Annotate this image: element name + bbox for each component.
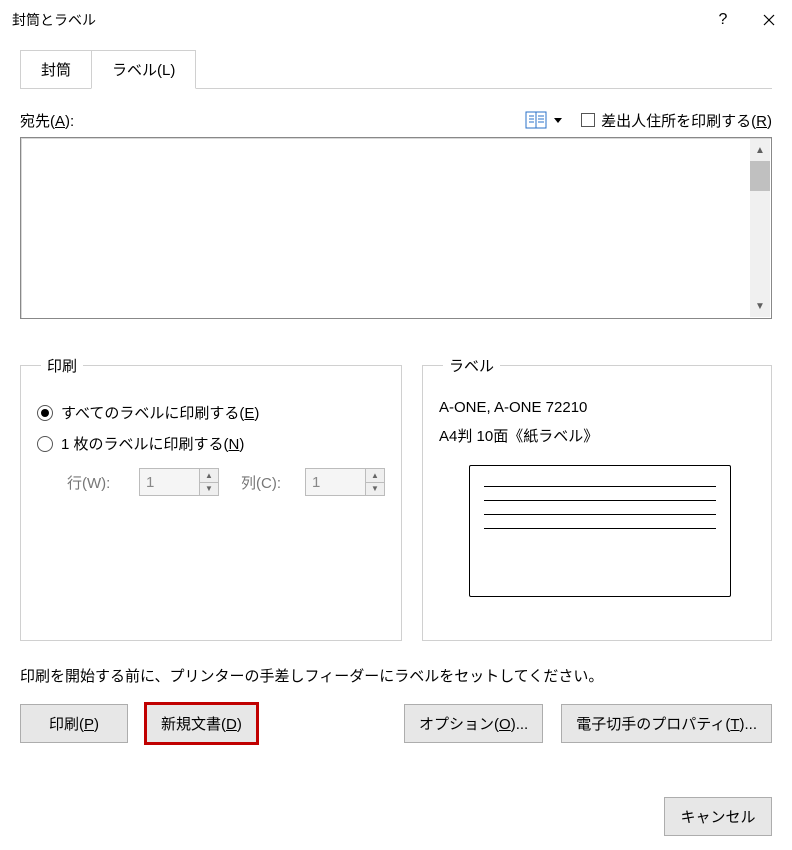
row-value: 1 (140, 469, 199, 495)
address-book-icon (525, 111, 549, 129)
help-button[interactable]: ? (700, 0, 746, 40)
options-button[interactable]: オプション(O)... (404, 704, 543, 743)
tabs: 封筒 ラベル(L) (20, 50, 772, 89)
tab-content: 宛先(A): (0, 89, 792, 743)
scroll-thumb[interactable] (750, 161, 770, 191)
dialog-window: 封筒とラベル ? 封筒 ラベル(L) 宛先(A): (0, 0, 792, 850)
row-spin-down[interactable]: ▼ (200, 482, 218, 496)
scroll-up-icon[interactable]: ▲ (750, 139, 770, 161)
epostage-properties-button[interactable]: 電子切手のプロパティ(T)... (561, 704, 772, 743)
window-title: 封筒とラベル (12, 10, 96, 30)
radio-print-all[interactable]: すべてのラベルに印刷する(E) (37, 402, 385, 423)
address-label: 宛先(A): (20, 110, 74, 131)
return-address-label: 差出人住所を印刷する(R) (601, 110, 772, 131)
close-icon (763, 14, 775, 26)
radio-print-one-label: 1 枚のラベルに印刷する(N) (61, 433, 244, 454)
chevron-down-icon (553, 111, 563, 129)
address-textarea-wrap: ▲ ▼ (20, 137, 772, 319)
label-info: A-ONE, A-ONE 72210 A4判 10面《紙ラベル》 (439, 394, 755, 451)
label-desc: A4判 10面《紙ラベル》 (439, 423, 755, 452)
new-document-button[interactable]: 新規文書(D) (146, 704, 257, 743)
col-spin-up[interactable]: ▲ (366, 469, 384, 482)
cancel-button[interactable]: キャンセル (664, 797, 772, 836)
col-spinner[interactable]: 1 ▲ ▼ (305, 468, 385, 496)
print-group: 印刷 すべてのラベルに印刷する(E) 1 枚のラベルに印刷する(N) 行(W): (20, 355, 402, 641)
hint-text: 印刷を開始する前に、プリンターの手差しフィーダーにラベルをセットしてください。 (20, 665, 772, 686)
radio-print-all-label: すべてのラベルに印刷する(E) (61, 402, 259, 423)
close-button[interactable] (746, 0, 792, 40)
row-spin-up[interactable]: ▲ (200, 469, 218, 482)
tab-envelope[interactable]: 封筒 (20, 50, 92, 89)
label-group[interactable]: ラベル A-ONE, A-ONE 72210 A4判 10面《紙ラベル》 (422, 355, 772, 641)
scroll-track[interactable] (750, 191, 770, 295)
address-textarea[interactable] (21, 138, 771, 318)
col-label: 列(C): (241, 472, 297, 493)
address-book-dropdown[interactable] (521, 109, 567, 131)
footer-row: キャンセル (664, 797, 772, 836)
radio-print-one[interactable]: 1 枚のラベルに印刷する(N) (37, 433, 385, 454)
checkbox-box-icon (581, 113, 595, 127)
radio-icon (37, 405, 53, 421)
print-group-legend: 印刷 (41, 355, 83, 376)
titlebar: 封筒とラベル ? (0, 0, 792, 40)
scroll-down-icon[interactable]: ▼ (750, 295, 770, 317)
label-product: A-ONE, A-ONE 72210 (439, 394, 755, 423)
tab-label[interactable]: ラベル(L) (91, 50, 196, 89)
return-address-checkbox[interactable]: 差出人住所を印刷する(R) (581, 110, 772, 131)
row-spinner[interactable]: 1 ▲ ▼ (139, 468, 219, 496)
scrollbar[interactable]: ▲ ▼ (750, 139, 770, 317)
col-value: 1 (306, 469, 365, 495)
radio-icon (37, 436, 53, 452)
row-col-controls: 行(W): 1 ▲ ▼ 列(C): 1 ▲ ▼ (67, 468, 385, 496)
label-preview-icon (469, 465, 731, 597)
address-header-row: 宛先(A): (20, 109, 772, 131)
print-button[interactable]: 印刷(P) (20, 704, 128, 743)
col-spin-down[interactable]: ▼ (366, 482, 384, 496)
row-label: 行(W): (67, 472, 131, 493)
label-group-legend: ラベル (443, 355, 500, 376)
main-button-row: 印刷(P) 新規文書(D) オプション(O)... 電子切手のプロパティ(T).… (20, 704, 772, 743)
